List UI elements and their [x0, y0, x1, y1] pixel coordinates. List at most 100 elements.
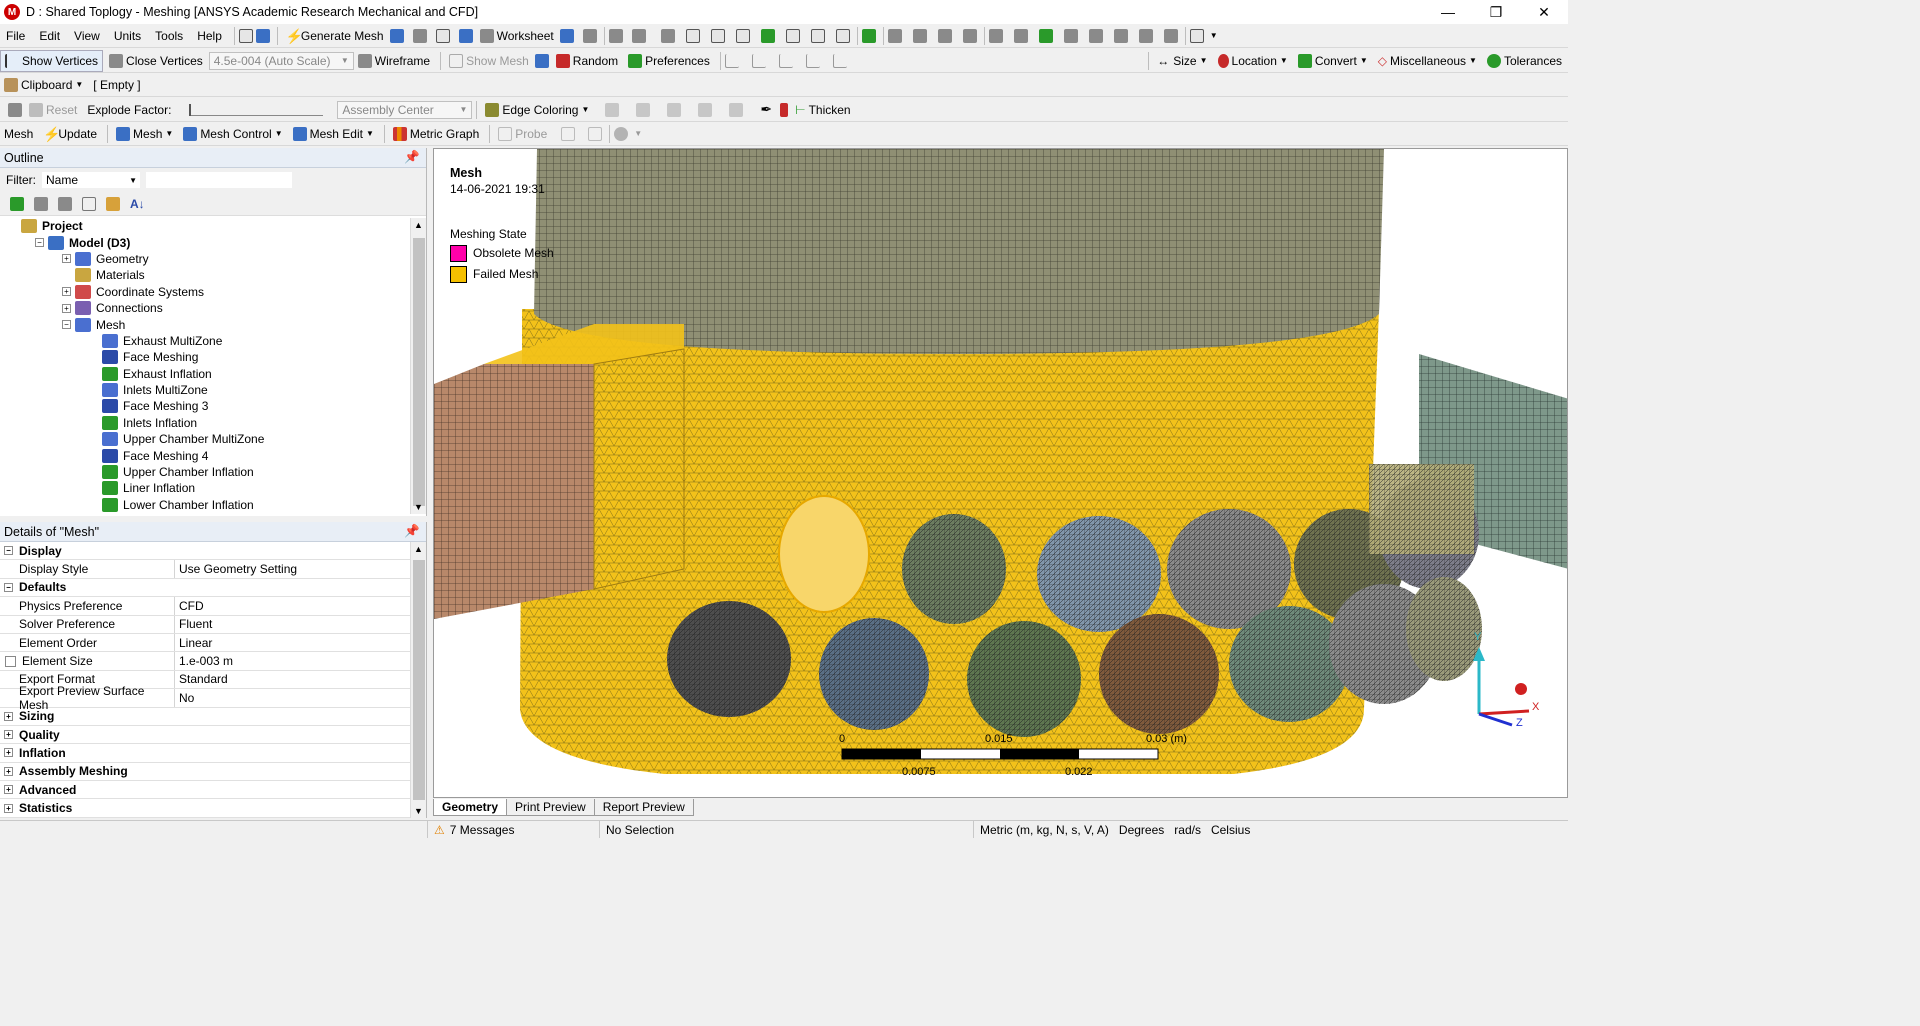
close-button[interactable]: ✕ [1520, 0, 1568, 24]
menu-view[interactable]: View [68, 25, 106, 47]
explode-icon[interactable] [534, 53, 549, 68]
next-view-icon[interactable] [1138, 28, 1153, 43]
tree-item[interactable]: Inlets Inflation [0, 415, 410, 431]
details-group[interactable]: + Assembly Meshing [0, 762, 410, 782]
hexagon-icon[interactable] [614, 126, 629, 141]
tree-item[interactable]: Face Meshing 3 [0, 398, 410, 414]
details-row[interactable]: Solver Preference Fluent [0, 615, 410, 634]
details-row[interactable]: Export Preview Surface Mesh No [0, 684, 410, 712]
pin-icon[interactable]: ✒ [760, 101, 772, 118]
iso-icon[interactable] [1088, 28, 1103, 43]
image-icon[interactable] [412, 28, 427, 43]
rotate-icon[interactable] [887, 28, 902, 43]
scroll-down-icon[interactable]: ▼ [414, 502, 423, 512]
edge-style-icon-4[interactable] [698, 102, 713, 117]
convert-menu[interactable]: Convert ▼ [1294, 50, 1372, 72]
explode-view-icon[interactable] [8, 102, 22, 117]
miscellaneous-menu[interactable]: ◇ Miscellaneous ▼ [1374, 50, 1481, 72]
filter-text-input[interactable] [146, 172, 292, 188]
previous-view-icon[interactable] [1113, 28, 1128, 43]
select-face-icon[interactable] [735, 28, 750, 43]
group-expander-icon[interactable]: + [4, 785, 13, 795]
details-value[interactable]: Standard [175, 672, 228, 686]
tree-item[interactable]: Inlets MultiZone [0, 382, 410, 398]
show-mesh-button[interactable]: Show Mesh [445, 50, 533, 72]
pointer-icon[interactable] [660, 28, 675, 43]
details-row[interactable]: Element Order Linear [0, 633, 410, 653]
mesh-control-menu[interactable]: Mesh Control ▼ [179, 123, 286, 145]
units-status[interactable]: Metric (m, kg, N, s, V, A) Degrees rad/s… [973, 821, 1567, 838]
edge-style-icon-5[interactable] [729, 102, 744, 117]
tree-item[interactable]: Face Meshing [0, 349, 410, 365]
box-zoom-icon[interactable] [962, 28, 977, 43]
details-value[interactable]: Use Geometry Setting [175, 562, 297, 576]
tree-branch-icon[interactable] [58, 196, 72, 211]
details-group[interactable]: + Advanced [0, 781, 410, 800]
command-icon[interactable] [238, 28, 253, 43]
location-menu[interactable]: Location ▼ [1214, 50, 1292, 72]
select-vertex-icon[interactable] [685, 28, 700, 43]
slider-thumb[interactable] [189, 103, 192, 116]
outline-scroll-thumb[interactable] [413, 238, 425, 506]
tolerances-button[interactable]: Tolerances [1483, 50, 1566, 72]
pan-icon[interactable] [912, 28, 927, 43]
tree-expander-icon[interactable]: − [62, 320, 71, 330]
chart-icon[interactable] [458, 28, 473, 43]
details-scroll-thumb[interactable] [413, 560, 425, 800]
tree-item[interactable]: + Connections [0, 300, 410, 316]
maximize-button[interactable]: ❐ [1472, 0, 1520, 24]
menu-edit[interactable]: Edit [33, 25, 66, 47]
group-expander-icon[interactable]: + [4, 711, 13, 721]
folder-search-icon[interactable] [106, 196, 120, 211]
tree-item[interactable]: + Geometry [0, 251, 410, 267]
group-expander-icon[interactable]: + [4, 803, 13, 813]
select-icon[interactable] [608, 28, 623, 43]
details-value[interactable]: 1.e-003 m [175, 654, 233, 668]
group-expander-icon[interactable]: − [4, 582, 13, 592]
details-row[interactable]: Display Style Use Geometry Setting [0, 560, 410, 579]
zoom-in-icon[interactable] [1038, 28, 1053, 43]
tree-item[interactable]: Exhaust MultiZone [0, 333, 410, 349]
select-body-icon[interactable] [760, 28, 775, 43]
tree-item[interactable]: Upper Chamber MultiZone [0, 431, 410, 447]
edge-style-icon-3[interactable] [667, 102, 682, 117]
details-scroll-up-icon[interactable]: ▲ [414, 544, 423, 554]
random-colors-button[interactable]: Random [552, 50, 622, 72]
magnifier-icon[interactable] [1013, 28, 1028, 43]
details-value[interactable]: Linear [175, 636, 212, 650]
clipboard-menu[interactable]: Clipboard ▼ [0, 74, 87, 96]
close-vertices-button[interactable]: Close Vertices [105, 50, 207, 72]
select-all-icon[interactable] [835, 28, 850, 43]
xyz-icon[interactable] [631, 28, 646, 43]
tree-item[interactable]: Lower Chamber Inflation [0, 497, 410, 513]
generate-mesh-button[interactable]: ⚡ Generate Mesh [282, 25, 388, 47]
edge-display-icon-4[interactable] [805, 53, 820, 68]
thicken-button[interactable]: ⊢ Thicken [791, 99, 854, 121]
arrow-icon[interactable] [255, 28, 270, 43]
menu-help[interactable]: Help [191, 25, 228, 47]
edge-display-icon-3[interactable] [778, 53, 793, 68]
mesh-menu[interactable]: Mesh ▼ [112, 123, 177, 145]
zoom-fit-icon[interactable] [988, 28, 1003, 43]
probe-button[interactable]: Probe [494, 123, 551, 145]
tree-item[interactable]: Face Meshing 4 [0, 447, 410, 463]
tag-icon[interactable] [582, 28, 597, 43]
update-button[interactable]: ⚡ Update [39, 123, 101, 145]
group-expander-icon[interactable]: + [4, 730, 13, 740]
select-element-icon[interactable] [810, 28, 825, 43]
outline-scrollbar[interactable]: ▲ ▼ [410, 218, 426, 514]
messages-status[interactable]: ⚠ 7 Messages [427, 821, 599, 838]
size-menu[interactable]: ↔ Size ▼ [1153, 50, 1211, 72]
tree-expander-icon[interactable]: + [62, 303, 71, 313]
thicken-bar-icon[interactable] [780, 102, 789, 117]
refresh-tree-icon[interactable] [10, 196, 24, 211]
comment-icon[interactable] [389, 28, 404, 43]
group-expander-icon[interactable]: − [4, 546, 13, 556]
select-node-icon[interactable] [785, 28, 800, 43]
max-icon[interactable] [561, 126, 576, 141]
tree-item[interactable]: Upper Chamber Inflation [0, 464, 410, 480]
scale-combo[interactable]: 4.5e-004 (Auto Scale) ▼ [208, 51, 354, 70]
collapse-tree-icon[interactable] [34, 196, 48, 211]
graphics-viewport[interactable]: Mesh 14-06-2021 19:31 Meshing State Obso… [433, 148, 1568, 798]
expand-all-icon[interactable] [82, 196, 96, 211]
